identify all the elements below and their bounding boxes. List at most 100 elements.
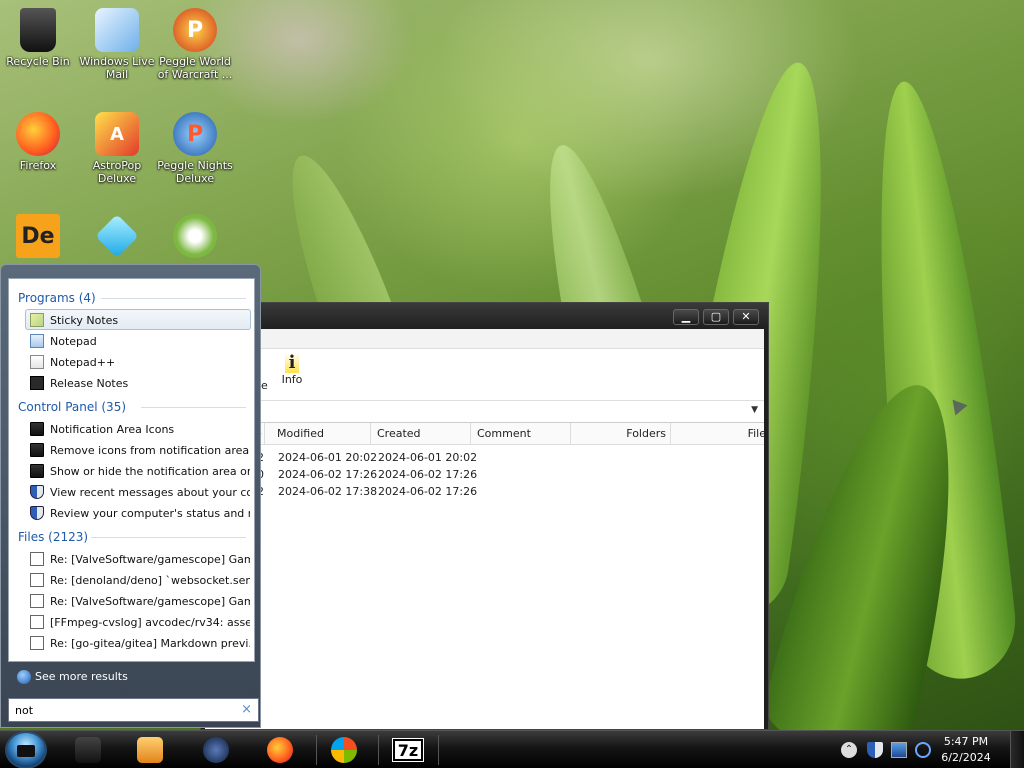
chevron-down-icon[interactable]: ▼ bbox=[751, 405, 758, 415]
result-view-recent-messages[interactable]: View recent messages about your co... bbox=[25, 481, 251, 502]
result-remove-icons[interactable]: Remove icons from notification area (... bbox=[25, 439, 251, 460]
result-review-status[interactable]: Review your computer's status and re... bbox=[25, 502, 251, 523]
window-titlebar[interactable]: ▁ ▢ ✕ bbox=[201, 303, 768, 329]
network-icon[interactable] bbox=[891, 742, 907, 758]
system-clock[interactable]: 5:47 PM 6/2/2024 bbox=[936, 734, 996, 766]
result-file[interactable]: Re: [go-gitea/gitea] Markdown previ... bbox=[25, 632, 251, 653]
result-sticky-notes[interactable]: Sticky Notes bbox=[25, 309, 251, 330]
desktop-icon-firefox[interactable]: Firefox bbox=[0, 108, 76, 172]
close-button[interactable]: ✕ bbox=[733, 309, 759, 325]
taskbar-button-7zip[interactable]: 7z bbox=[380, 733, 436, 767]
desktop-icon-de[interactable]: De bbox=[0, 210, 76, 261]
group-title: Files (2123) bbox=[18, 530, 89, 544]
taskbar: 7z ⌃ 5:47 PM 6/2/2024 bbox=[0, 730, 1024, 768]
divider bbox=[101, 298, 246, 299]
desktop-icon-recycle-bin[interactable]: Recycle Bin bbox=[0, 4, 76, 68]
column-folders[interactable]: Folders bbox=[571, 423, 671, 445]
action-center-icon[interactable] bbox=[867, 742, 883, 758]
desktop-icon-plants[interactable] bbox=[157, 210, 233, 261]
email-icon bbox=[30, 552, 44, 566]
result-notification-area-icons[interactable]: Notification Area Icons bbox=[25, 418, 251, 439]
clear-search-icon[interactable]: × bbox=[241, 702, 252, 717]
taskbar-button-explorer[interactable] bbox=[60, 733, 116, 767]
cell-modified: 2024-06-02 17:38 bbox=[278, 485, 378, 498]
group-title: Programs (4) bbox=[18, 291, 96, 305]
monitor-icon bbox=[30, 422, 44, 436]
result-notepad-plus-plus[interactable]: Notepad++ bbox=[25, 351, 251, 372]
diamond-icon bbox=[95, 214, 139, 258]
column-created[interactable]: Created bbox=[371, 423, 471, 445]
see-more-results-button[interactable]: See more results bbox=[13, 667, 128, 687]
notepad-icon bbox=[30, 334, 44, 348]
result-file[interactable]: Re: [ValveSoftware/gamescope] Gam... bbox=[25, 590, 251, 611]
table-row[interactable]: 0 2024-06-02 17:26 2024-06-02 17:26 bbox=[205, 466, 764, 483]
document-icon bbox=[30, 376, 44, 390]
minimize-button[interactable]: ▁ bbox=[673, 309, 699, 325]
column-files[interactable]: File bbox=[671, 423, 766, 445]
notepad-plus-plus-icon bbox=[30, 355, 44, 369]
taskbar-button-media-player[interactable] bbox=[122, 733, 178, 767]
column-comment[interactable]: Comment bbox=[471, 423, 571, 445]
divider bbox=[91, 537, 246, 538]
firefox-icon bbox=[267, 737, 293, 763]
result-file[interactable]: Re: [denoland/deno] `websocket.send... bbox=[25, 569, 251, 590]
email-icon bbox=[30, 573, 44, 587]
cell-modified: 2024-06-02 17:26 bbox=[278, 468, 378, 481]
desktop-icon-label: Firefox bbox=[19, 159, 57, 172]
result-label: Re: [ValveSoftware/gamescope] Gam... bbox=[50, 553, 251, 566]
email-icon bbox=[30, 636, 44, 650]
result-label: Sticky Notes bbox=[50, 314, 119, 327]
programs-group-header[interactable]: Programs (4) bbox=[9, 287, 254, 309]
files-group-header[interactable]: Files (2123) bbox=[9, 526, 254, 548]
taskbar-button-firefox[interactable] bbox=[252, 733, 308, 767]
firefox-icon bbox=[16, 112, 60, 156]
recycle-bin-icon bbox=[20, 8, 56, 52]
email-icon bbox=[30, 594, 44, 608]
monitor-icon bbox=[30, 464, 44, 478]
control-panel-group-header[interactable]: Control Panel (35) bbox=[9, 396, 254, 418]
result-file[interactable]: [FFmpeg-cvslog] avcodec/rv34: asser... bbox=[25, 611, 251, 632]
toolbar-partial-label: e bbox=[261, 379, 268, 392]
peggle-icon: P bbox=[173, 8, 217, 52]
result-notepad[interactable]: Notepad bbox=[25, 330, 251, 351]
result-release-notes[interactable]: Release Notes bbox=[25, 372, 251, 393]
show-hidden-icons-icon[interactable]: ⌃ bbox=[841, 742, 857, 758]
desktop-icon-windows-live-mail[interactable]: Windows Live Mail bbox=[79, 4, 155, 81]
start-search-box[interactable]: × bbox=[8, 698, 259, 722]
see-more-area: See more results bbox=[8, 663, 255, 691]
windows-logo-icon bbox=[331, 737, 357, 763]
desktop-icon-label: Recycle Bin bbox=[6, 55, 70, 68]
desktop-icon-label: Peggle World of Warcraft ... bbox=[157, 55, 233, 81]
table-row[interactable]: 2 2024-06-02 17:38 2024-06-02 17:26 bbox=[205, 483, 764, 500]
window-client: e i Info ▼ e Modified Created Comment Fo… bbox=[205, 329, 766, 729]
desktop-icon-astropop[interactable]: A AstroPop Deluxe bbox=[79, 108, 155, 185]
taskbar-button-windows-update[interactable] bbox=[316, 733, 372, 767]
column-header: e Modified Created Comment Folders File bbox=[205, 423, 766, 445]
see-more-label: See more results bbox=[35, 670, 128, 683]
maximize-button[interactable]: ▢ bbox=[703, 309, 729, 325]
sticky-notes-icon bbox=[30, 313, 44, 327]
result-label: Re: [ValveSoftware/gamescope] Gam... bbox=[50, 595, 251, 608]
result-show-hide-notification-area[interactable]: Show or hide the notification area on ..… bbox=[25, 460, 251, 481]
menu-bar bbox=[205, 329, 764, 349]
column-modified[interactable]: Modified bbox=[271, 423, 371, 445]
group-title: Control Panel (35) bbox=[18, 400, 127, 414]
table-row[interactable]: 2 2024-06-01 20:02 2024-06-01 20:02 bbox=[205, 449, 764, 466]
address-bar[interactable]: ▼ bbox=[205, 401, 764, 423]
flower-icon bbox=[173, 214, 217, 258]
search-input[interactable] bbox=[9, 699, 229, 721]
mail-icon bbox=[95, 8, 139, 52]
desktop-icon-peggle-wow[interactable]: P Peggle World of Warcraft ... bbox=[157, 4, 233, 81]
start-button[interactable] bbox=[5, 731, 47, 768]
volume-icon[interactable] bbox=[915, 742, 931, 758]
seven-zip-window[interactable]: ▁ ▢ ✕ e i Info ▼ e Modified Created Comm… bbox=[200, 302, 769, 730]
info-button[interactable]: i Info bbox=[277, 353, 307, 387]
desktop-icon-peggle-nights[interactable]: P Peggle Nights Deluxe bbox=[157, 108, 233, 185]
search-results-pane: Programs (4) Sticky Notes Notepad Notepa… bbox=[8, 278, 255, 662]
show-desktop-button[interactable] bbox=[1010, 731, 1024, 768]
taskbar-button-network[interactable] bbox=[188, 733, 244, 767]
taskbar-separator bbox=[438, 735, 439, 765]
desktop-icon-diamond[interactable] bbox=[79, 210, 155, 261]
result-label: Notepad bbox=[50, 335, 97, 348]
result-file[interactable]: Re: [ValveSoftware/gamescope] Gam... bbox=[25, 548, 251, 569]
